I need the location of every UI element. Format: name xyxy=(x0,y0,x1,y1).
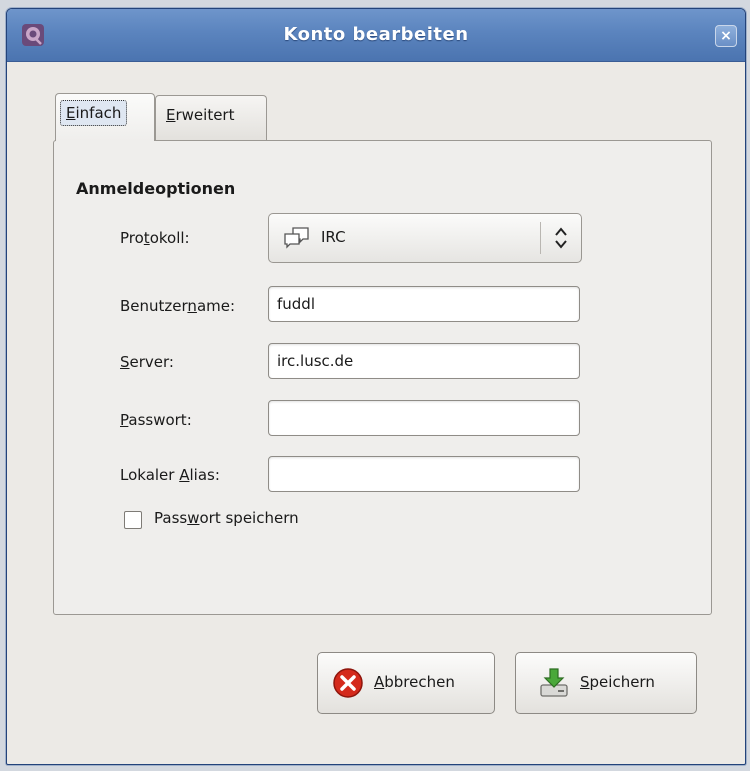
combo-separator xyxy=(540,222,541,254)
title-bar[interactable]: Konto bearbeiten × xyxy=(7,9,745,62)
save-button-label: Speichern xyxy=(580,673,655,691)
username-field[interactable]: fuddl xyxy=(268,286,580,322)
save-button[interactable]: Speichern xyxy=(515,652,697,714)
protocol-label: Protokoll: xyxy=(120,229,190,247)
password-label: Passwort: xyxy=(120,411,192,429)
protocol-value: IRC xyxy=(321,228,346,246)
tab-erweitert[interactable]: Erweitert xyxy=(155,95,267,140)
chevron-updown-icon xyxy=(555,227,567,249)
close-icon: × xyxy=(720,28,732,44)
alias-label: Lokaler Alias: xyxy=(120,466,220,484)
close-window-button[interactable]: × xyxy=(715,25,737,47)
tab-einfach[interactable]: Einfach xyxy=(55,93,155,141)
password-field[interactable] xyxy=(268,400,580,436)
server-label: Server: xyxy=(120,353,174,371)
username-label: Benutzername: xyxy=(120,297,236,315)
section-title: Anmeldeoptionen xyxy=(76,179,236,198)
protocol-select[interactable]: IRC xyxy=(268,213,582,263)
cancel-button[interactable]: Abbrechen xyxy=(317,652,495,714)
tab-panel-einfach: Anmeldeoptionen Protokoll: IRC Benutzern… xyxy=(53,140,712,615)
window-title: Konto bearbeiten xyxy=(283,24,469,45)
save-download-icon xyxy=(540,668,568,697)
cancel-button-label: Abbrechen xyxy=(374,673,455,691)
chat-bubbles-icon xyxy=(284,227,309,249)
save-password-label[interactable]: Passwort speichern xyxy=(154,509,299,527)
alias-field[interactable] xyxy=(268,456,580,492)
tab-einfach-label: Einfach xyxy=(60,100,128,126)
server-value: irc.lusc.de xyxy=(277,352,354,370)
dialog-window: Konto bearbeiten × Einfach Erweitert Anm… xyxy=(6,8,746,765)
server-field[interactable]: irc.lusc.de xyxy=(268,343,580,379)
username-value: fuddl xyxy=(277,295,315,313)
tab-erweitert-label: Erweitert xyxy=(166,106,235,124)
cancel-red-icon xyxy=(333,668,363,698)
save-password-checkbox[interactable] xyxy=(124,511,142,529)
